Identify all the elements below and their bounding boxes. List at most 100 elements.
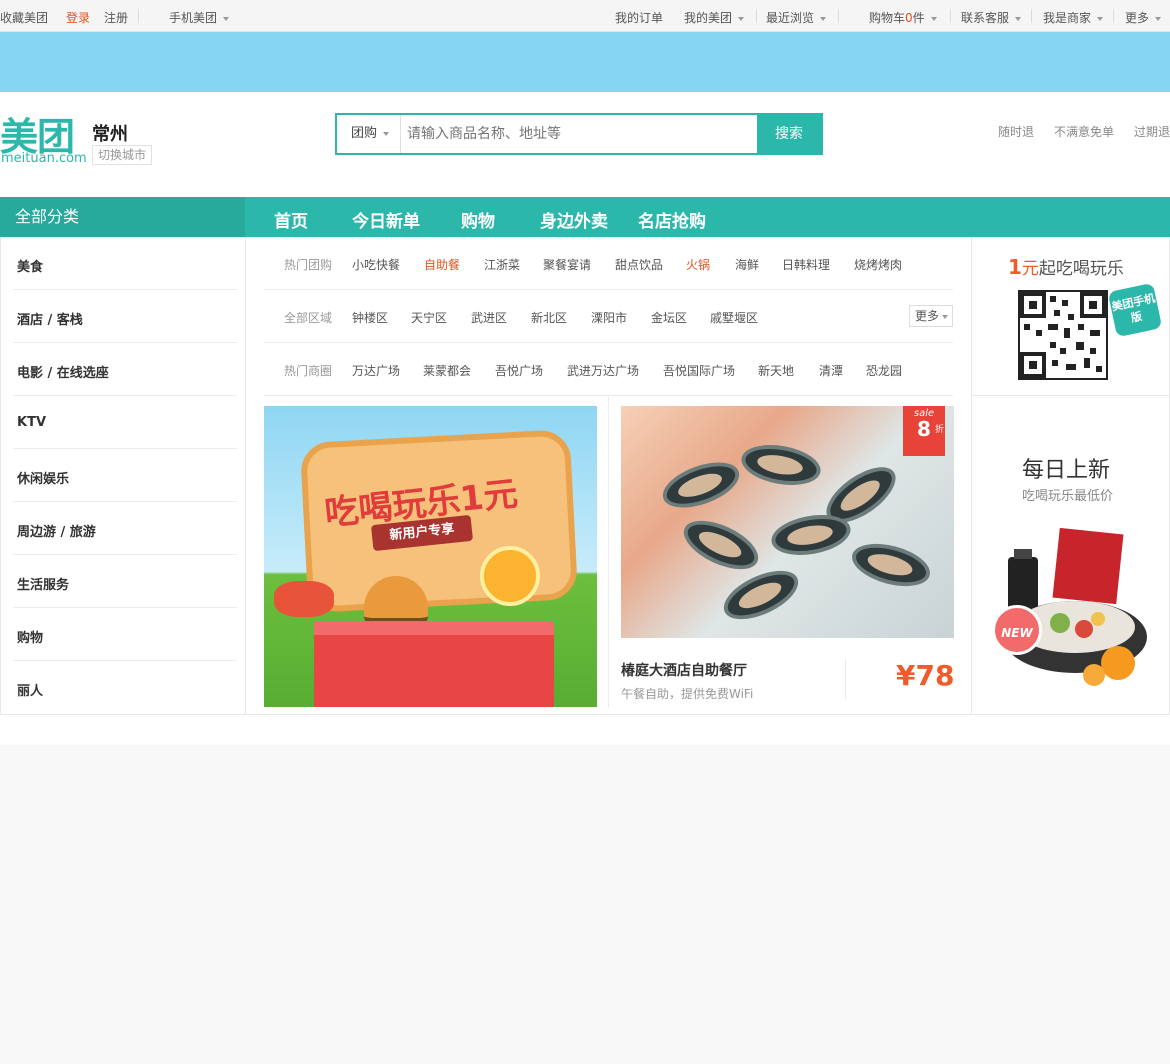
filter-option[interactable]: 新天地 [758, 362, 794, 379]
chevron-down-icon [930, 16, 937, 21]
mobile-app-badge: 美团手机版 [1107, 282, 1163, 338]
my-orders-link[interactable]: 我的订单 [615, 9, 663, 26]
current-city: 常州 [92, 124, 128, 145]
filter-option[interactable]: 天宁区 [411, 309, 447, 326]
login-link[interactable]: 登录 [66, 9, 90, 26]
sidebar-item-label: 生活服务 [17, 578, 70, 593]
districts-more-button[interactable]: 更多 [909, 305, 953, 327]
merchant-label: 我是商家 [1043, 11, 1092, 25]
search-input[interactable] [401, 115, 759, 153]
sidebar-item-movie[interactable]: 电影 / 在线选座 [13, 343, 237, 396]
recent-viewed-link[interactable]: 最近浏览 [766, 9, 827, 26]
divider [950, 9, 951, 23]
divider [845, 659, 846, 699]
recent-viewed-label: 最近浏览 [766, 11, 815, 25]
cart-link[interactable]: 购物车0件 [869, 9, 937, 26]
nav-famous-stores[interactable]: 名店抢购 [638, 207, 706, 232]
filter-option[interactable]: 万达广场 [352, 362, 400, 379]
switch-city-button[interactable]: 切换城市 [92, 145, 152, 165]
filter-option[interactable]: 烧烤烤肉 [854, 256, 902, 273]
register-link[interactable]: 注册 [104, 9, 128, 26]
sidebar-item-label: 美食 [17, 260, 44, 275]
chevron-down-icon [223, 16, 230, 21]
filter-option[interactable]: 钟楼区 [352, 309, 388, 326]
sidebar-item-shopping[interactable]: 购物 [13, 608, 237, 661]
deal-title[interactable]: 椿庭大酒店自助餐厅 [621, 660, 747, 680]
sidebar-item-label: 丽人 [17, 684, 44, 699]
filter-option[interactable]: 聚餐宴请 [543, 256, 591, 273]
one-yuan-unit: 元 [1021, 259, 1039, 279]
guarantee-anytime-refund[interactable]: 随时退 [998, 123, 1034, 140]
all-categories-tab[interactable]: 全部分类 [0, 197, 245, 237]
mussel-shape [676, 510, 766, 580]
qr-code-icon [1020, 292, 1106, 378]
deal-card[interactable]: sale 8 折 椿庭大酒店自助餐厅 午餐自助，提供免费WiFi ¥78 [608, 397, 955, 707]
discount-tag: sale 8 折 [903, 406, 945, 456]
chevron-down-icon [738, 16, 745, 21]
search-category-select[interactable]: 团购 [337, 115, 401, 153]
filter-option[interactable]: 恐龙园 [866, 362, 902, 379]
mobile-meituan-link[interactable]: 手机美团 [169, 9, 230, 26]
filter-option[interactable]: 小吃快餐 [352, 256, 400, 273]
bookmark-link[interactable]: 收藏美团 [0, 9, 48, 26]
filter-option[interactable]: 海鲜 [735, 256, 759, 273]
main-nav: 全部分类 首页 今日新单 购物 身边外卖 名店抢购 [0, 197, 1170, 237]
gift-box-illustration [314, 621, 554, 707]
filter-option[interactable]: 莱蒙都会 [423, 362, 471, 379]
sidebar-item-beauty[interactable]: 丽人 [13, 661, 237, 714]
filter-option[interactable]: 戚墅堰区 [710, 309, 758, 326]
divider [138, 9, 139, 23]
filter-option[interactable]: 火锅 [686, 256, 710, 273]
filter-option[interactable]: 武进区 [471, 309, 507, 326]
chevron-down-icon [1015, 16, 1022, 21]
sidebar-item-leisure[interactable]: 休闲娱乐 [13, 449, 237, 502]
sidebar-item-label: 周边游 / 旅游 [17, 525, 96, 540]
sidebar-item-food[interactable]: 美食 [13, 237, 237, 290]
guarantee-free-if-unsatisfied[interactable]: 不满意免单 [1054, 123, 1114, 140]
one-yuan-number: 1 [1008, 255, 1022, 279]
filter-option[interactable]: 溧阳市 [591, 309, 627, 326]
new-badge: NEW [992, 605, 1042, 655]
my-meituan-label: 我的美团 [684, 11, 733, 25]
filter-option[interactable]: 江浙菜 [484, 256, 520, 273]
mussel-shape [716, 560, 806, 630]
mussel-shape [847, 536, 935, 594]
filter-row-districts: 全部区域 钟楼区 天宁区 武进区 新北区 溧阳市 金坛区 戚墅堰区 更多 [264, 290, 953, 343]
my-meituan-link[interactable]: 我的美团 [684, 9, 745, 26]
mobile-meituan-label: 手机美团 [169, 11, 218, 25]
deal-price: ¥78 [896, 659, 955, 692]
filter-option[interactable]: 武进万达广场 [567, 362, 639, 379]
customer-service-link[interactable]: 联系客服 [961, 9, 1022, 26]
filter-option[interactable]: 吾悦国际广场 [663, 362, 735, 379]
sidebar-item-life-services[interactable]: 生活服务 [13, 555, 237, 608]
nav-new-today[interactable]: 今日新单 [352, 207, 420, 232]
merchant-link[interactable]: 我是商家 [1043, 9, 1104, 26]
filter-option[interactable]: 清潭 [819, 362, 843, 379]
filter-option[interactable]: 金坛区 [651, 309, 687, 326]
chevron-down-icon [942, 314, 949, 319]
search-button[interactable]: 搜索 [757, 115, 821, 153]
top-banner[interactable] [0, 32, 1170, 92]
sidebar-item-ktv[interactable]: KTV [13, 396, 237, 449]
filter-row-hot-deals: 热门团购 小吃快餐 自助餐 江浙菜 聚餐宴请 甜点饮品 火锅 海鲜 日韩料理 烧… [264, 237, 953, 290]
sidebar-item-travel[interactable]: 周边游 / 旅游 [13, 502, 237, 555]
chevron-down-icon [383, 131, 390, 136]
guarantee-expired-refund[interactable]: 过期退 [1134, 123, 1170, 140]
more-label: 更多 [1125, 11, 1150, 25]
sidebar-item-hotel[interactable]: 酒店 / 客栈 [13, 290, 237, 343]
filter-option[interactable]: 甜点饮品 [615, 256, 663, 273]
filter-option[interactable]: 新北区 [531, 309, 567, 326]
nav-takeout[interactable]: 身边外卖 [540, 207, 608, 232]
customer-service-label: 联系客服 [961, 11, 1010, 25]
filter-option[interactable]: 日韩料理 [782, 256, 830, 273]
filter-option[interactable]: 自助餐 [424, 256, 460, 273]
new-user-promo-banner[interactable]: 吃喝玩乐1元 新用户专享 [264, 406, 597, 707]
filter-label: 热门团购 [284, 258, 333, 272]
nav-shopping[interactable]: 购物 [461, 207, 495, 232]
nav-home[interactable]: 首页 [274, 207, 308, 232]
orange-slice-illustration [480, 546, 540, 606]
more-link[interactable]: 更多 [1125, 9, 1162, 26]
deal-image[interactable]: sale 8 折 [621, 406, 954, 638]
daily-new-title[interactable]: 每日上新 [1022, 452, 1110, 484]
filter-option[interactable]: 吾悦广场 [495, 362, 543, 379]
